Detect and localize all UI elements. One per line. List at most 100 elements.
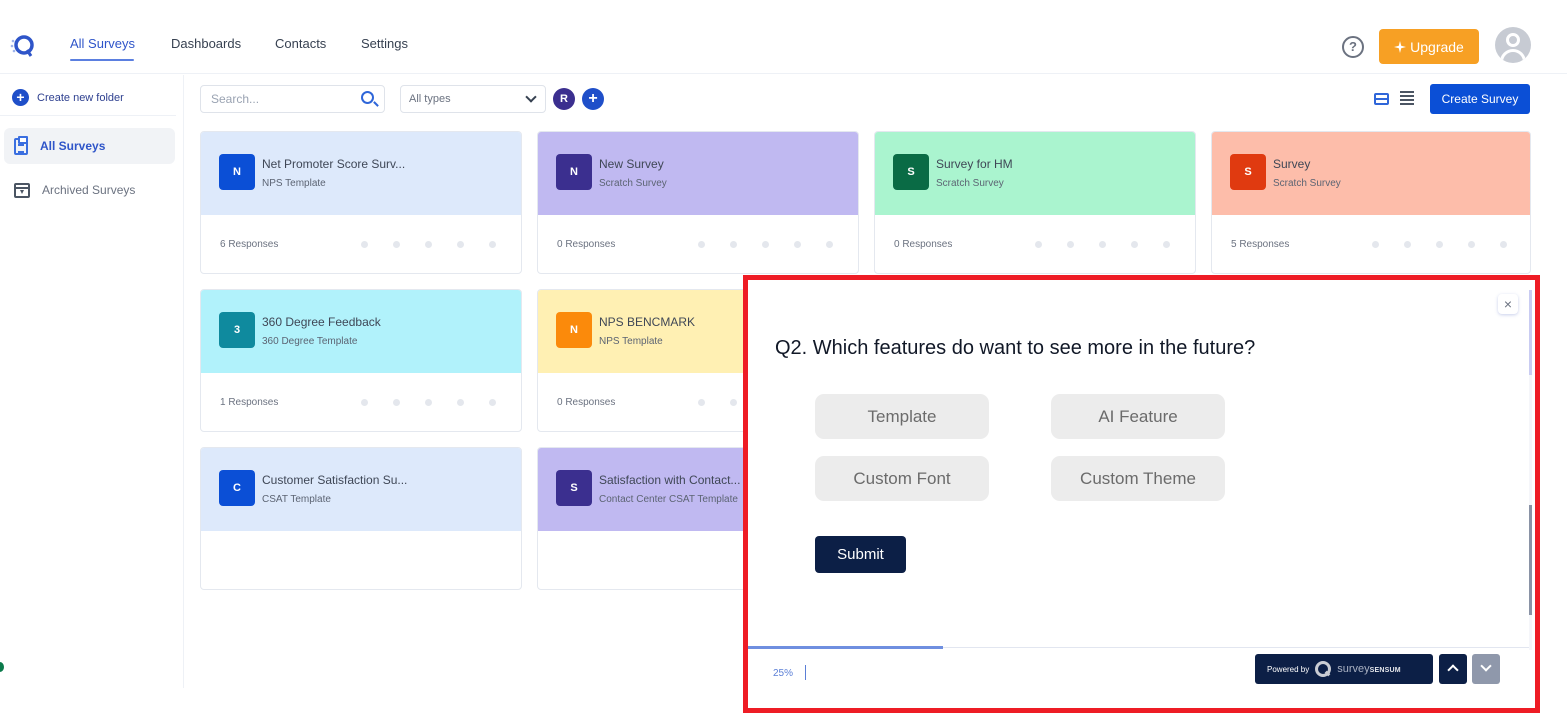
card-action-dot-icon[interactable] [1436,241,1443,248]
card-action-dot-icon[interactable] [730,399,737,406]
card-responses: 5 Responses [1231,239,1290,250]
sidebar-item-label: All Surveys [40,139,106,153]
surveysensum-logo-icon[interactable] [9,33,37,59]
survey-card[interactable]: 3 360 Degree Feedback 360 Degree Template 1… [200,289,522,432]
close-icon[interactable]: × [1498,294,1518,314]
create-folder-button[interactable]: + Create new folder [12,89,124,106]
sidebar-item-archived-surveys[interactable]: Archived Surveys [4,172,175,208]
card-subtitle: 360 Degree Template [262,336,358,347]
card-action-dot-icon[interactable] [1067,241,1074,248]
card-action-dot-icon[interactable] [1035,241,1042,248]
card-action-dot-icon[interactable] [698,399,705,406]
search-icon[interactable] [361,91,374,104]
survey-card[interactable]: N New Survey Scratch Survey 0 Responses [537,131,859,274]
card-action-dot-icon[interactable] [1163,241,1170,248]
card-action-dot-icon[interactable] [457,241,464,248]
add-member-button[interactable]: + [582,88,604,110]
card-action-dot-icon[interactable] [762,241,769,248]
card-action-dot-icon[interactable] [361,241,368,248]
card-action-dot-icon[interactable] [489,399,496,406]
powered-by-label: Powered by [1267,664,1310,674]
user-avatar[interactable] [1495,27,1531,63]
option-ai-feature[interactable]: AI Feature [1051,394,1225,439]
card-responses: 0 Responses [894,239,953,250]
card-actions [698,241,833,248]
create-survey-button[interactable]: Create Survey [1430,84,1530,114]
card-title[interactable]: NPS BENCMARK [599,315,695,329]
powered-by-badge[interactable]: Powered by surveySENSUM [1255,654,1433,684]
survey-card[interactable]: N Net Promoter Score Surv... NPS Template 6… [200,131,522,274]
scrollbar-thumb-secondary[interactable] [1529,505,1532,615]
survey-card[interactable]: C Customer Satisfaction Su... CSAT Templat… [200,447,522,590]
nav-all-surveys[interactable]: All Surveys [70,36,135,51]
progress-label: 25% [773,668,794,679]
card-action-dot-icon[interactable] [1404,241,1411,248]
card-action-dot-icon[interactable] [698,241,705,248]
card-action-dot-icon[interactable] [826,241,833,248]
card-responses: 0 Responses [557,397,616,408]
card-action-dot-icon[interactable] [393,399,400,406]
option-template[interactable]: Template [815,394,989,439]
next-question-button[interactable] [1472,654,1500,684]
card-title[interactable]: Net Promoter Score Surv... [262,157,405,171]
scrollbar-thumb[interactable] [1529,290,1532,375]
card-view-icon[interactable] [1374,93,1389,105]
survey-card[interactable]: S Survey for HM Scratch Survey 0 Responses [874,131,1196,274]
card-action-dot-icon[interactable] [730,241,737,248]
survey-type-select[interactable]: All types [400,85,546,113]
card-responses: 1 Responses [220,397,279,408]
survey-card[interactable]: S Survey Scratch Survey 5 Responses [1211,131,1531,274]
clipboard-icon [14,135,28,155]
card-action-dot-icon[interactable] [1131,241,1138,248]
question-text: Q2. Which features do want to see more i… [775,337,1256,359]
upgrade-button[interactable]: Upgrade [1379,29,1479,64]
member-avatar[interactable]: R [553,88,575,110]
card-action-dot-icon[interactable] [1099,241,1106,248]
sidebar-divider [0,115,176,116]
submit-button[interactable]: Submit [815,536,906,573]
card-actions [1372,241,1507,248]
top-navbar: All Surveys Dashboards Contacts Settings… [0,0,1567,74]
survey-popup: × Q2. Which features do want to see more… [743,275,1540,713]
nav-settings[interactable]: Settings [361,36,408,51]
card-initial-icon: 3 [219,312,255,348]
card-title[interactable]: Survey for HM [936,157,1013,171]
card-title[interactable]: New Survey [599,157,664,171]
card-subtitle: Contact Center CSAT Template [599,494,738,505]
card-header: N Net Promoter Score Surv... NPS Template [201,132,521,215]
card-title[interactable]: 360 Degree Feedback [262,315,381,329]
card-header: 3 360 Degree Feedback 360 Degree Template [201,290,521,373]
card-action-dot-icon[interactable] [1500,241,1507,248]
card-action-dot-icon[interactable] [393,241,400,248]
card-actions [361,399,496,406]
card-title[interactable]: Satisfaction with Contact... [599,473,740,487]
nav-contacts[interactable]: Contacts [275,36,326,51]
sidebar-item-all-surveys[interactable]: All Surveys [4,128,175,164]
search-input[interactable] [201,86,356,112]
list-view-icon[interactable] [1400,91,1414,105]
card-action-dot-icon[interactable] [794,241,801,248]
sidebar-item-label: Archived Surveys [42,183,136,197]
card-action-dot-icon[interactable] [1468,241,1475,248]
card-title[interactable]: Survey [1273,157,1310,171]
card-initial-icon: S [1230,154,1266,190]
card-action-dot-icon[interactable] [425,241,432,248]
nav-active-indicator [70,59,134,61]
brand-logo-icon [1315,661,1332,677]
help-icon[interactable]: ? [1342,36,1364,58]
card-action-dot-icon[interactable] [457,399,464,406]
card-action-dot-icon[interactable] [361,399,368,406]
card-initial-icon: S [893,154,929,190]
card-subtitle: Scratch Survey [936,178,1004,189]
card-actions [1035,241,1170,248]
card-action-dot-icon[interactable] [489,241,496,248]
nav-dashboards[interactable]: Dashboards [171,36,241,51]
previous-question-button[interactable] [1439,654,1467,684]
card-subtitle: Scratch Survey [1273,178,1341,189]
card-initial-icon: S [556,470,592,506]
card-action-dot-icon[interactable] [1372,241,1379,248]
card-title[interactable]: Customer Satisfaction Su... [262,473,407,487]
option-custom-theme[interactable]: Custom Theme [1051,456,1225,501]
card-action-dot-icon[interactable] [425,399,432,406]
option-custom-font[interactable]: Custom Font [815,456,989,501]
